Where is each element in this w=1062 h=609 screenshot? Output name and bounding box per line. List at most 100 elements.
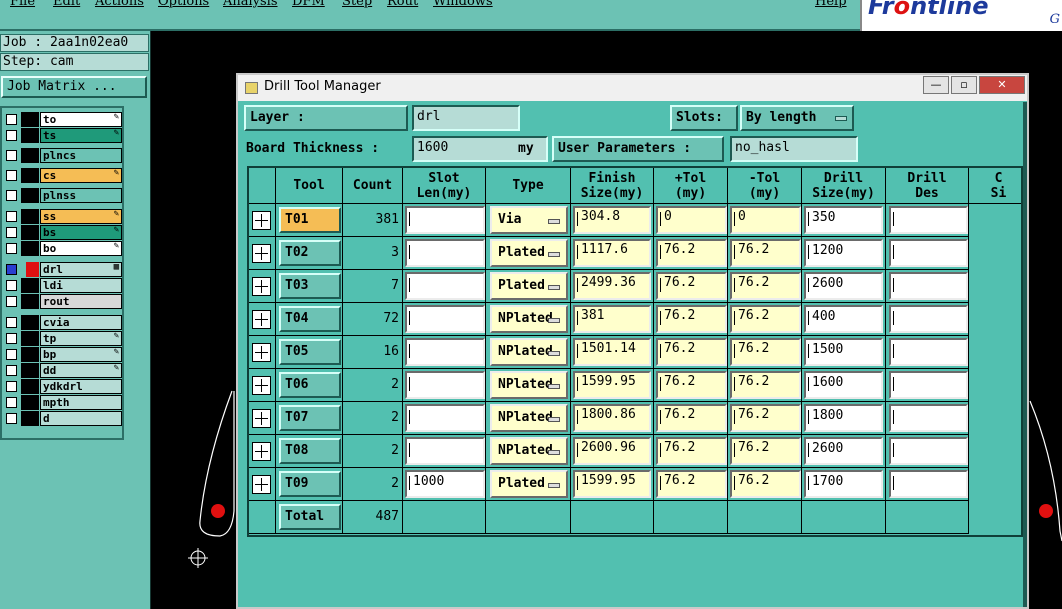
drill-des-input[interactable] <box>889 272 968 300</box>
finish-size-input[interactable]: 1599.95 <box>573 371 651 399</box>
layer-swatch[interactable] <box>21 363 39 378</box>
plus-tol-input[interactable]: 0 <box>656 206 727 234</box>
type-select[interactable]: NPlated <box>490 404 568 432</box>
finish-size-input[interactable]: 1501.14 <box>573 338 651 366</box>
layer-row-plncs[interactable]: plncs <box>4 148 122 163</box>
layer-swatch[interactable] <box>21 188 39 203</box>
menu-analysis[interactable]: Analysis <box>223 0 278 9</box>
plus-tol-input[interactable]: 76.2 <box>656 239 727 267</box>
layer-row-plnss[interactable]: plnss <box>4 188 122 203</box>
dialog-title-bar[interactable]: Drill Tool Manager — ▫ ✕ <box>238 75 1027 101</box>
finish-size-input[interactable]: 381 <box>573 305 651 333</box>
drill-des-input[interactable] <box>889 470 968 498</box>
drill-des-input[interactable] <box>889 338 968 366</box>
tool-button[interactable]: T03 <box>279 273 341 299</box>
drill-size-input[interactable]: 1600 <box>804 371 883 399</box>
layer-swatch[interactable] <box>21 148 39 163</box>
plus-tol-input[interactable]: 76.2 <box>656 404 727 432</box>
maximize-button[interactable]: ▫ <box>951 76 977 94</box>
vertical-scrollbar[interactable] <box>1023 102 1027 607</box>
job-matrix-button[interactable]: Job Matrix ... <box>1 76 147 98</box>
layer-name[interactable]: cs <box>40 168 122 183</box>
menu-actions[interactable]: Actions <box>95 0 144 9</box>
layer-checkbox[interactable] <box>6 150 17 161</box>
type-select[interactable]: NPlated <box>490 371 568 399</box>
expand-row-icon[interactable] <box>252 343 271 362</box>
slot-length-input[interactable] <box>405 206 485 234</box>
minus-tol-input[interactable]: 76.2 <box>730 272 801 300</box>
menu-options[interactable]: Options <box>158 0 209 9</box>
layer-row-ts[interactable]: ts ✎ <box>4 128 122 143</box>
menu-help[interactable]: Help <box>815 0 847 9</box>
drill-size-input[interactable]: 2600 <box>804 437 883 465</box>
type-select[interactable]: Plated <box>490 272 568 300</box>
layer-checkbox[interactable] <box>6 170 17 181</box>
expand-row-icon[interactable] <box>252 277 271 296</box>
slot-length-input[interactable] <box>405 437 485 465</box>
slot-length-input[interactable] <box>405 305 485 333</box>
expand-row-icon[interactable] <box>252 244 271 263</box>
finish-size-input[interactable]: 2600.96 <box>573 437 651 465</box>
layer-swatch[interactable] <box>21 128 39 143</box>
layer-name[interactable]: cvia <box>40 315 122 330</box>
drill-size-input[interactable]: 1200 <box>804 239 883 267</box>
finish-size-input[interactable]: 1800.86 <box>573 404 651 432</box>
layer-name[interactable]: plncs <box>40 148 122 163</box>
layer-row-rout[interactable]: rout <box>4 294 122 309</box>
tool-button[interactable]: T08 <box>279 438 341 464</box>
layer-swatch[interactable] <box>21 112 39 127</box>
minus-tol-input[interactable]: 76.2 <box>730 305 801 333</box>
layer-swatch[interactable] <box>21 294 39 309</box>
layer-checkbox[interactable] <box>6 211 17 222</box>
tool-button[interactable]: T07 <box>279 405 341 431</box>
minus-tol-input[interactable]: 76.2 <box>730 404 801 432</box>
layer-row-tp[interactable]: tp ✎ <box>4 331 122 346</box>
layer-row-ydkdrl[interactable]: ydkdrl <box>4 379 122 394</box>
close-button[interactable]: ✕ <box>979 76 1025 94</box>
type-select[interactable]: NPlated <box>490 338 568 366</box>
layer-swatch[interactable] <box>21 209 39 224</box>
drill-size-input[interactable]: 1700 <box>804 470 883 498</box>
layer-row-dd[interactable]: dd ✎ <box>4 363 122 378</box>
expand-row-icon[interactable] <box>252 376 271 395</box>
slot-length-input[interactable] <box>405 272 485 300</box>
layer-checkbox[interactable] <box>6 114 17 125</box>
layer-row-cvia[interactable]: cvia <box>4 315 122 330</box>
layer-swatch[interactable] <box>21 347 39 362</box>
layer-row-to[interactable]: to ✎ <box>4 112 122 127</box>
drill-size-input[interactable]: 2600 <box>804 272 883 300</box>
layer-name[interactable]: ldi <box>40 278 122 293</box>
plus-tol-input[interactable]: 76.2 <box>656 272 727 300</box>
slot-length-input[interactable]: 1000 <box>405 470 485 498</box>
layer-swatch[interactable] <box>21 331 39 346</box>
finish-size-input[interactable]: 1599.95 <box>573 470 651 498</box>
layer-row-ldi[interactable]: ldi <box>4 278 122 293</box>
layer-name[interactable]: to <box>40 112 122 127</box>
layer-swatch[interactable] <box>21 379 39 394</box>
drill-des-input[interactable] <box>889 371 968 399</box>
minimize-button[interactable]: — <box>923 76 949 94</box>
drill-size-input[interactable]: 350 <box>804 206 883 234</box>
layer-checkbox[interactable] <box>6 349 17 360</box>
finish-size-input[interactable]: 2499.36 <box>573 272 651 300</box>
layer-checkbox[interactable] <box>6 280 17 291</box>
layer-checkbox[interactable] <box>6 317 17 328</box>
layer-name[interactable]: drl <box>40 262 122 277</box>
layer-checkbox[interactable] <box>6 397 17 408</box>
layer-checkbox[interactable] <box>6 381 17 392</box>
menu-windows[interactable]: Windows <box>433 0 493 9</box>
layer-swatch[interactable] <box>21 225 39 240</box>
layer-checkbox[interactable] <box>6 243 17 254</box>
menu-file[interactable]: File <box>10 0 35 9</box>
layer-name[interactable]: bp <box>40 347 122 362</box>
user-parameters-button[interactable]: User Parameters : <box>552 136 724 162</box>
drill-size-input[interactable]: 1500 <box>804 338 883 366</box>
minus-tol-input[interactable]: 76.2 <box>730 338 801 366</box>
layer-swatch[interactable] <box>26 262 39 277</box>
layer-swatch[interactable] <box>21 168 39 183</box>
drill-des-input[interactable] <box>889 404 968 432</box>
layer-row-drl[interactable]: drl ▦ <box>4 262 122 277</box>
layer-checkbox[interactable] <box>6 333 17 344</box>
finish-size-input[interactable]: 1117.6 <box>573 239 651 267</box>
layer-name[interactable]: bo <box>40 241 122 256</box>
